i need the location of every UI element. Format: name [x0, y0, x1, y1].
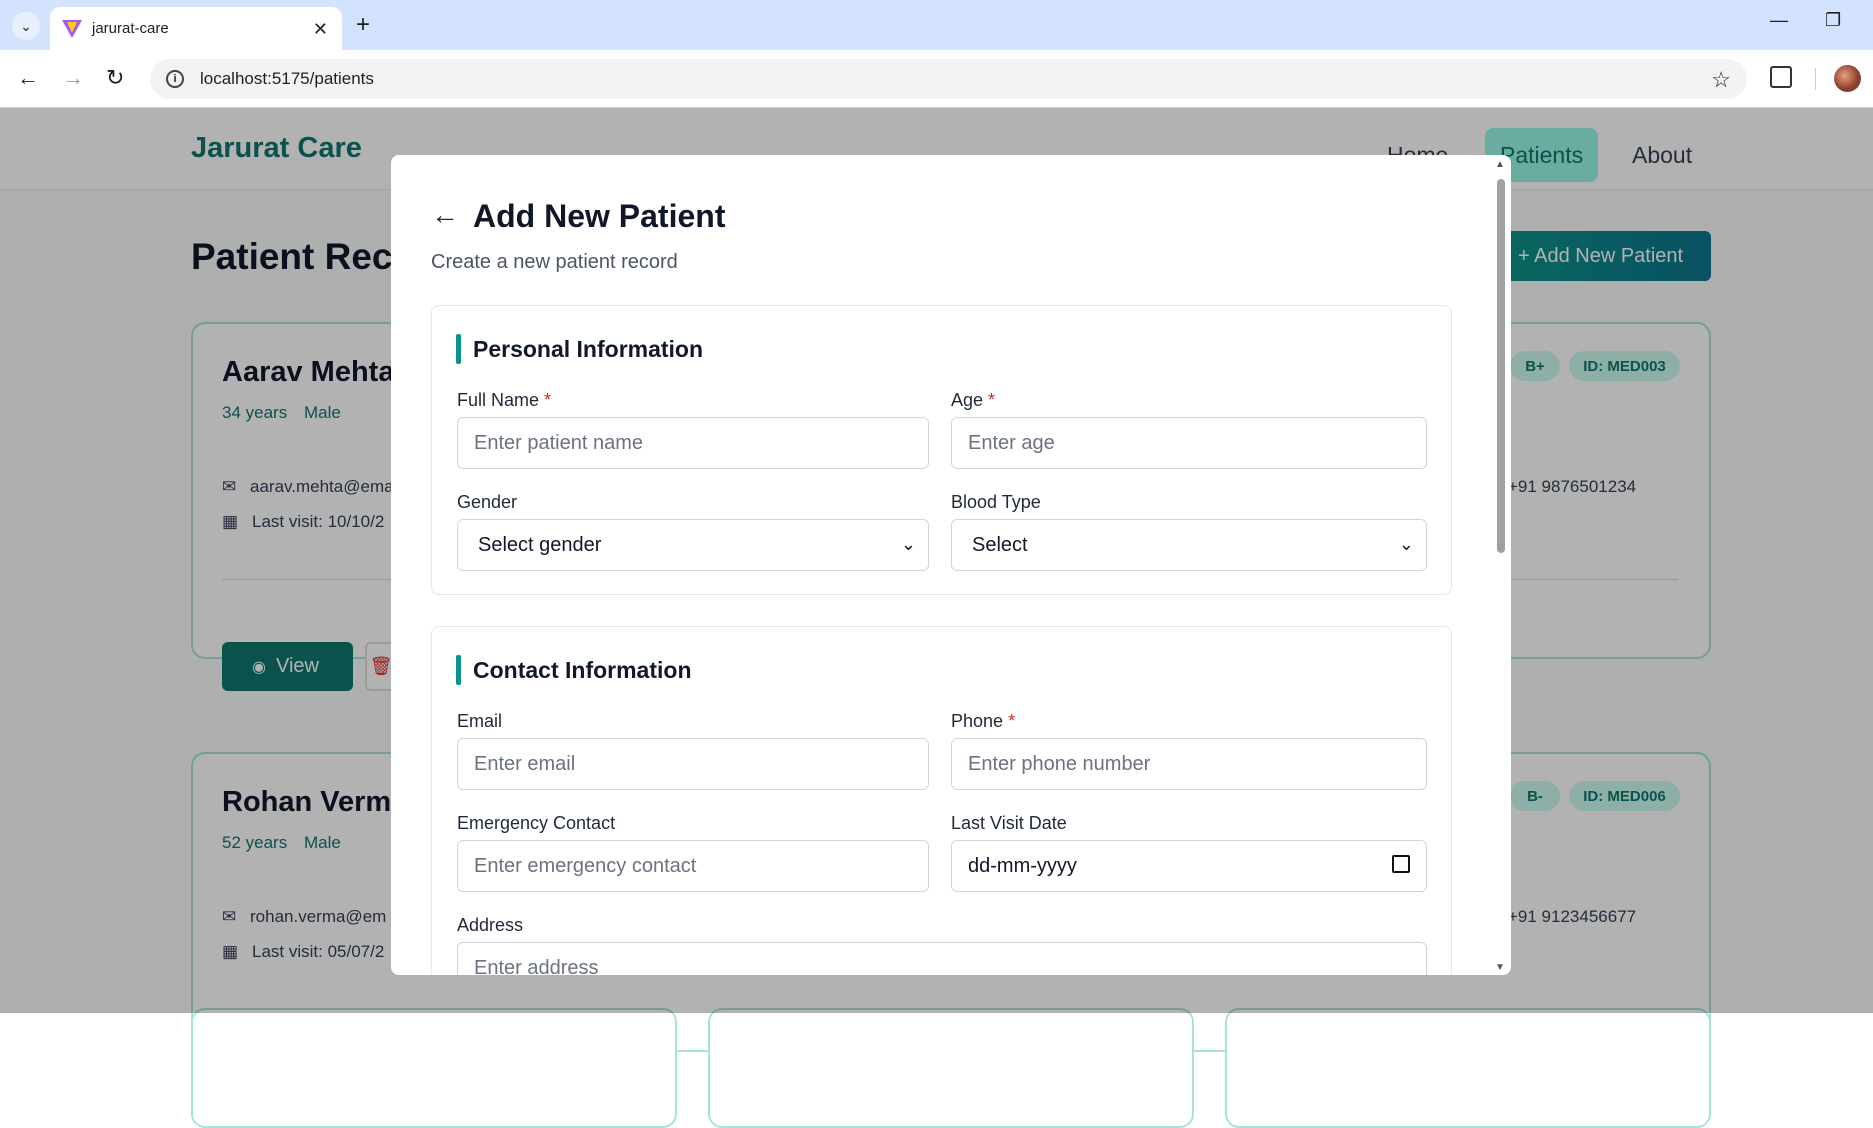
chevron-down-icon: ⌄ [1398, 534, 1414, 554]
extensions-icon[interactable] [1770, 66, 1792, 88]
section-accent-bar [456, 655, 461, 685]
gender-label: Gender [457, 492, 518, 512]
modal-subtitle: Create a new patient record [431, 251, 678, 273]
age-label-text: Age [951, 390, 984, 410]
address-input[interactable]: Enter address [457, 942, 1427, 975]
full-name-label: Full Name * [457, 390, 551, 411]
reload-icon[interactable]: ↻ [106, 65, 124, 91]
gender-select[interactable]: Select gender ⌄ [457, 519, 929, 571]
phone-input[interactable]: Enter phone number [951, 738, 1427, 790]
blood-type-select[interactable]: Select ⌄ [951, 519, 1427, 571]
back-icon[interactable]: ← [17, 65, 39, 91]
browser-tab[interactable]: jarurat-care ✕ [50, 7, 342, 50]
tab-close-icon[interactable]: ✕ [313, 19, 328, 40]
date-placeholder: dd-mm-yyyy [968, 854, 1077, 877]
scroll-up-icon[interactable]: ▲ [1495, 159, 1505, 170]
full-name-input[interactable]: Enter patient name [457, 417, 929, 469]
minimize-icon[interactable]: — [1770, 10, 1788, 31]
address-bar[interactable]: i localhost:5175/patients ☆ [150, 59, 1747, 99]
contact-info-section: Contact Information Email Enter email Ph… [431, 626, 1452, 975]
gender-select-value: Select gender [478, 533, 602, 556]
patient-card [1225, 1008, 1711, 1128]
personal-info-section: Personal Information Full Name * Enter p… [431, 305, 1452, 595]
section-title: Contact Information [473, 657, 692, 683]
required-mark: * [1008, 711, 1016, 731]
address-label: Address [457, 915, 524, 935]
patient-card [708, 1008, 1194, 1128]
emergency-contact-label: Emergency Contact [457, 813, 616, 833]
tab-search-button[interactable]: ⌄ [12, 12, 40, 40]
forward-icon[interactable]: → [62, 65, 84, 91]
modal-title: Add New Patient [473, 198, 726, 234]
toolbar-divider [1815, 68, 1816, 90]
new-tab-button[interactable]: + [356, 11, 370, 39]
emergency-contact-input[interactable]: Enter emergency contact [457, 840, 929, 892]
age-input[interactable]: Enter age [951, 417, 1427, 469]
vite-favicon-icon [62, 19, 82, 38]
back-arrow-icon[interactable]: ← [431, 199, 459, 231]
scroll-down-icon[interactable]: ▼ [1495, 962, 1505, 973]
tab-title: jarurat-care [92, 20, 169, 37]
required-mark: * [544, 390, 552, 410]
patient-card [191, 1008, 677, 1128]
phone-label-text: Phone [951, 711, 1004, 731]
bookmark-star-icon[interactable]: ☆ [1711, 67, 1731, 93]
browser-toolbar: ← → ↻ i localhost:5175/patients ☆ [0, 50, 1873, 108]
email-label: Email [457, 711, 503, 731]
chevron-down-icon: ⌄ [900, 534, 916, 554]
last-visit-date-input[interactable]: dd-mm-yyyy [951, 840, 1427, 892]
calendar-icon[interactable] [1392, 855, 1410, 873]
site-info-icon[interactable]: i [166, 70, 184, 88]
full-name-label-text: Full Name [457, 390, 540, 410]
section-accent-bar [456, 334, 461, 364]
age-label: Age * [951, 390, 995, 411]
email-input[interactable]: Enter email [457, 738, 929, 790]
chevron-down-icon: ⌄ [20, 17, 32, 34]
restore-icon[interactable]: ❐ [1825, 10, 1841, 31]
scrollbar-thumb[interactable] [1497, 179, 1505, 553]
required-mark: * [988, 390, 996, 410]
blood-type-label: Blood Type [951, 492, 1041, 512]
profile-avatar[interactable] [1834, 65, 1861, 92]
phone-label: Phone * [951, 711, 1015, 732]
browser-tab-strip: ⌄ jarurat-care ✕ + — ❐ [0, 0, 1873, 50]
last-visit-label: Last Visit Date [951, 813, 1067, 833]
modal-scrollbar[interactable]: ▲ ▼ [1495, 155, 1507, 975]
blood-type-select-value: Select [972, 533, 1028, 556]
add-patient-modal: ← Add New Patient Create a new patient r… [391, 155, 1511, 975]
section-title: Personal Information [473, 336, 704, 362]
url-text: localhost:5175/patients [200, 69, 374, 88]
